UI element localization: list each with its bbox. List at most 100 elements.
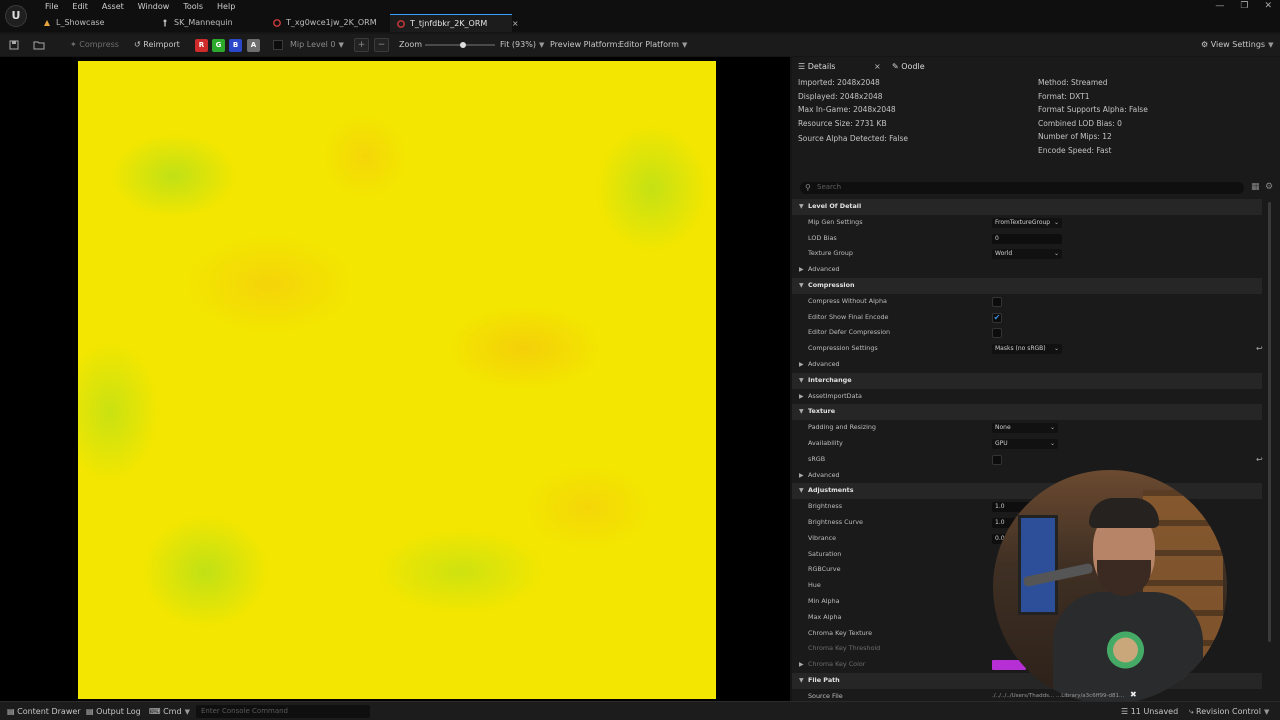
property-label: Saturation <box>808 549 842 558</box>
category-compression[interactable]: ▼ Compression <box>792 278 1262 294</box>
reset-to-default-icon[interactable]: ↩ <box>1256 453 1263 467</box>
close-icon[interactable]: × <box>512 19 519 28</box>
tab-t-xg0wce1jw[interactable]: T_xg0wce1jw_2K_ORM <box>266 14 390 32</box>
property-label: Vibrance <box>808 533 837 542</box>
details-search-input[interactable]: ⚲ Search <box>800 182 1244 194</box>
chevron-right-icon[interactable]: ▶ <box>799 357 804 373</box>
chevron-right-icon[interactable]: ▶ <box>799 468 804 484</box>
chevron-right-icon[interactable]: ▶ <box>799 657 804 673</box>
output-log-button[interactable]: ▤ Output Log <box>86 702 141 720</box>
chevron-down-icon: ⌄ <box>1049 424 1055 432</box>
unsaved-button[interactable]: ☰ 11 Unsaved <box>1121 702 1178 720</box>
availability-dropdown[interactable]: GPU ⌄ <box>992 439 1058 449</box>
editor-show-final-encode-checkbox[interactable]: ✔ <box>992 312 1002 323</box>
log-icon: ▤ <box>86 707 94 716</box>
level-icon <box>44 20 50 26</box>
chevron-down-icon[interactable]: ▼ <box>799 278 804 294</box>
chevron-down-icon[interactable]: ▼ <box>799 673 804 689</box>
mip-plus-button[interactable]: + <box>354 38 369 52</box>
zoom-slider-handle[interactable] <box>460 42 466 48</box>
chevron-down-icon[interactable]: ▼ <box>799 404 804 420</box>
chevron-right-icon[interactable]: ▶ <box>799 389 804 405</box>
zoom-dropdown[interactable]: Fit (93%) ▼ <box>500 34 544 56</box>
property-label: Texture Group <box>808 249 853 258</box>
chevron-down-icon[interactable]: ▼ <box>799 483 804 499</box>
mip-level-dropdown[interactable]: Mip Level 0 ▼ <box>290 34 344 56</box>
property-label: Chroma Key Threshold <box>808 644 881 653</box>
property-availability: Availability GPU ⌄ <box>792 436 1262 452</box>
details-icon: ☰ <box>798 62 806 71</box>
property-editor-defer-compression: Editor Defer Compression <box>792 325 1262 341</box>
property-label: RGBCurve <box>808 565 841 574</box>
compress-without-alpha-checkbox[interactable] <box>992 296 1002 307</box>
category-level-of-detail[interactable]: ▼ Level Of Detail <box>792 199 1262 215</box>
table-view-icon[interactable]: ▦ <box>1251 182 1260 192</box>
window-controls: — ❐ ✕ <box>1215 1 1272 11</box>
view-settings-button[interactable]: ⚙ View Settings ▼ <box>1201 34 1273 56</box>
property-assetimportdata[interactable]: ▶ AssetImportData <box>792 389 1262 405</box>
dropdown-value: None <box>995 424 1011 432</box>
property-label: Padding and Resizing <box>808 423 876 432</box>
menu-tools[interactable]: Tools <box>176 1 210 12</box>
chevron-down-icon[interactable]: ▼ <box>799 199 804 215</box>
compression-settings-dropdown[interactable]: Masks (no sRGB) ⌄ <box>992 344 1062 355</box>
channel-alpha-toggle[interactable]: A <box>247 39 260 52</box>
padding-and-resizing-dropdown[interactable]: None ⌄ <box>992 423 1058 434</box>
lod-bias-input[interactable]: 0 <box>992 233 1062 244</box>
content-drawer-button[interactable]: ▤ Content Drawer <box>7 702 81 720</box>
tab-sk-mannequin[interactable]: SK_Mannequin <box>154 14 266 32</box>
property-advanced[interactable]: ▶ Advanced <box>792 468 1262 484</box>
mip-gen-settings-dropdown[interactable]: FromTextureGroup ⌄ <box>992 217 1062 228</box>
compress-button[interactable]: ✦ Compress <box>70 34 119 56</box>
info-num-mips: Number of Mips: 12 <box>1038 132 1112 142</box>
tab-l-showcase[interactable]: L_Showcase <box>36 14 154 32</box>
unreal-logo-icon[interactable]: U <box>5 5 27 27</box>
source-file-path: ./../../../Users/Thadds... <box>992 693 1055 699</box>
skeleton-icon <box>163 19 167 27</box>
clear-icon[interactable]: ✖ <box>1130 690 1137 699</box>
browse-icon[interactable] <box>33 34 45 56</box>
info-format: Format: DXT1 <box>1038 91 1090 101</box>
console-command-input[interactable]: Enter Console Command <box>196 705 370 718</box>
menu-window[interactable]: Window <box>131 1 177 12</box>
tab-t-tjnfdbkr[interactable]: T_tjnfdbkr_2K_ORM × <box>390 14 519 32</box>
chevron-down-icon: ⌄ <box>1053 345 1059 353</box>
cmd-dropdown[interactable]: ⌨ Cmd ▼ <box>149 702 190 720</box>
gear-icon[interactable]: ⚙ <box>1265 182 1273 192</box>
dropdown-value: World <box>995 250 1013 258</box>
close-window-icon[interactable]: ✕ <box>1264 1 1272 11</box>
dropdown-value: GPU <box>995 440 1008 447</box>
channel-red-toggle[interactable]: R <box>195 39 208 52</box>
close-icon[interactable]: × <box>874 59 881 75</box>
reset-to-default-icon[interactable]: ↩ <box>1256 342 1263 356</box>
tab-oodle[interactable]: ✎ Oodle <box>892 59 925 75</box>
mip-checkbox[interactable] <box>273 40 283 50</box>
mip-minus-button[interactable]: − <box>374 38 389 52</box>
editor-defer-compression-checkbox[interactable] <box>992 328 1002 339</box>
preview-platform-dropdown[interactable]: Editor Platform ▼ <box>619 34 687 56</box>
reimport-button[interactable]: ↺ Reimport <box>134 34 180 56</box>
minimize-icon[interactable]: — <box>1215 1 1224 11</box>
menu-edit[interactable]: Edit <box>65 1 95 12</box>
chevron-right-icon[interactable]: ▶ <box>799 262 804 278</box>
menu-file[interactable]: File <box>38 1 65 12</box>
chevron-down-icon[interactable]: ▼ <box>799 373 804 389</box>
category-texture[interactable]: ▼ Texture <box>792 404 1262 421</box>
save-icon[interactable] <box>9 34 19 56</box>
revision-control-button[interactable]: ⤷ Revision Control ▼ <box>1189 702 1269 720</box>
title-bar: U File Edit Asset Window Tools Help L_Sh… <box>0 0 1280 32</box>
channel-green-toggle[interactable]: G <box>212 39 225 52</box>
tab-details[interactable]: ☰ Details <box>798 59 835 75</box>
property-advanced[interactable]: ▶ Advanced <box>792 357 1262 373</box>
maximize-icon[interactable]: ❐ <box>1240 1 1248 11</box>
property-advanced[interactable]: ▶ Advanced <box>792 262 1262 278</box>
channel-blue-toggle[interactable]: B <box>229 39 242 52</box>
details-scrollbar[interactable] <box>1268 202 1271 642</box>
texture-viewport[interactable] <box>0 57 790 701</box>
menu-asset[interactable]: Asset <box>95 1 131 12</box>
property-label: Min Alpha <box>808 597 840 605</box>
menu-help[interactable]: Help <box>210 1 242 12</box>
texture-group-dropdown[interactable]: World ⌄ <box>992 249 1062 260</box>
srgb-checkbox[interactable] <box>992 454 1002 465</box>
category-interchange[interactable]: ▼ Interchange <box>792 372 1262 389</box>
